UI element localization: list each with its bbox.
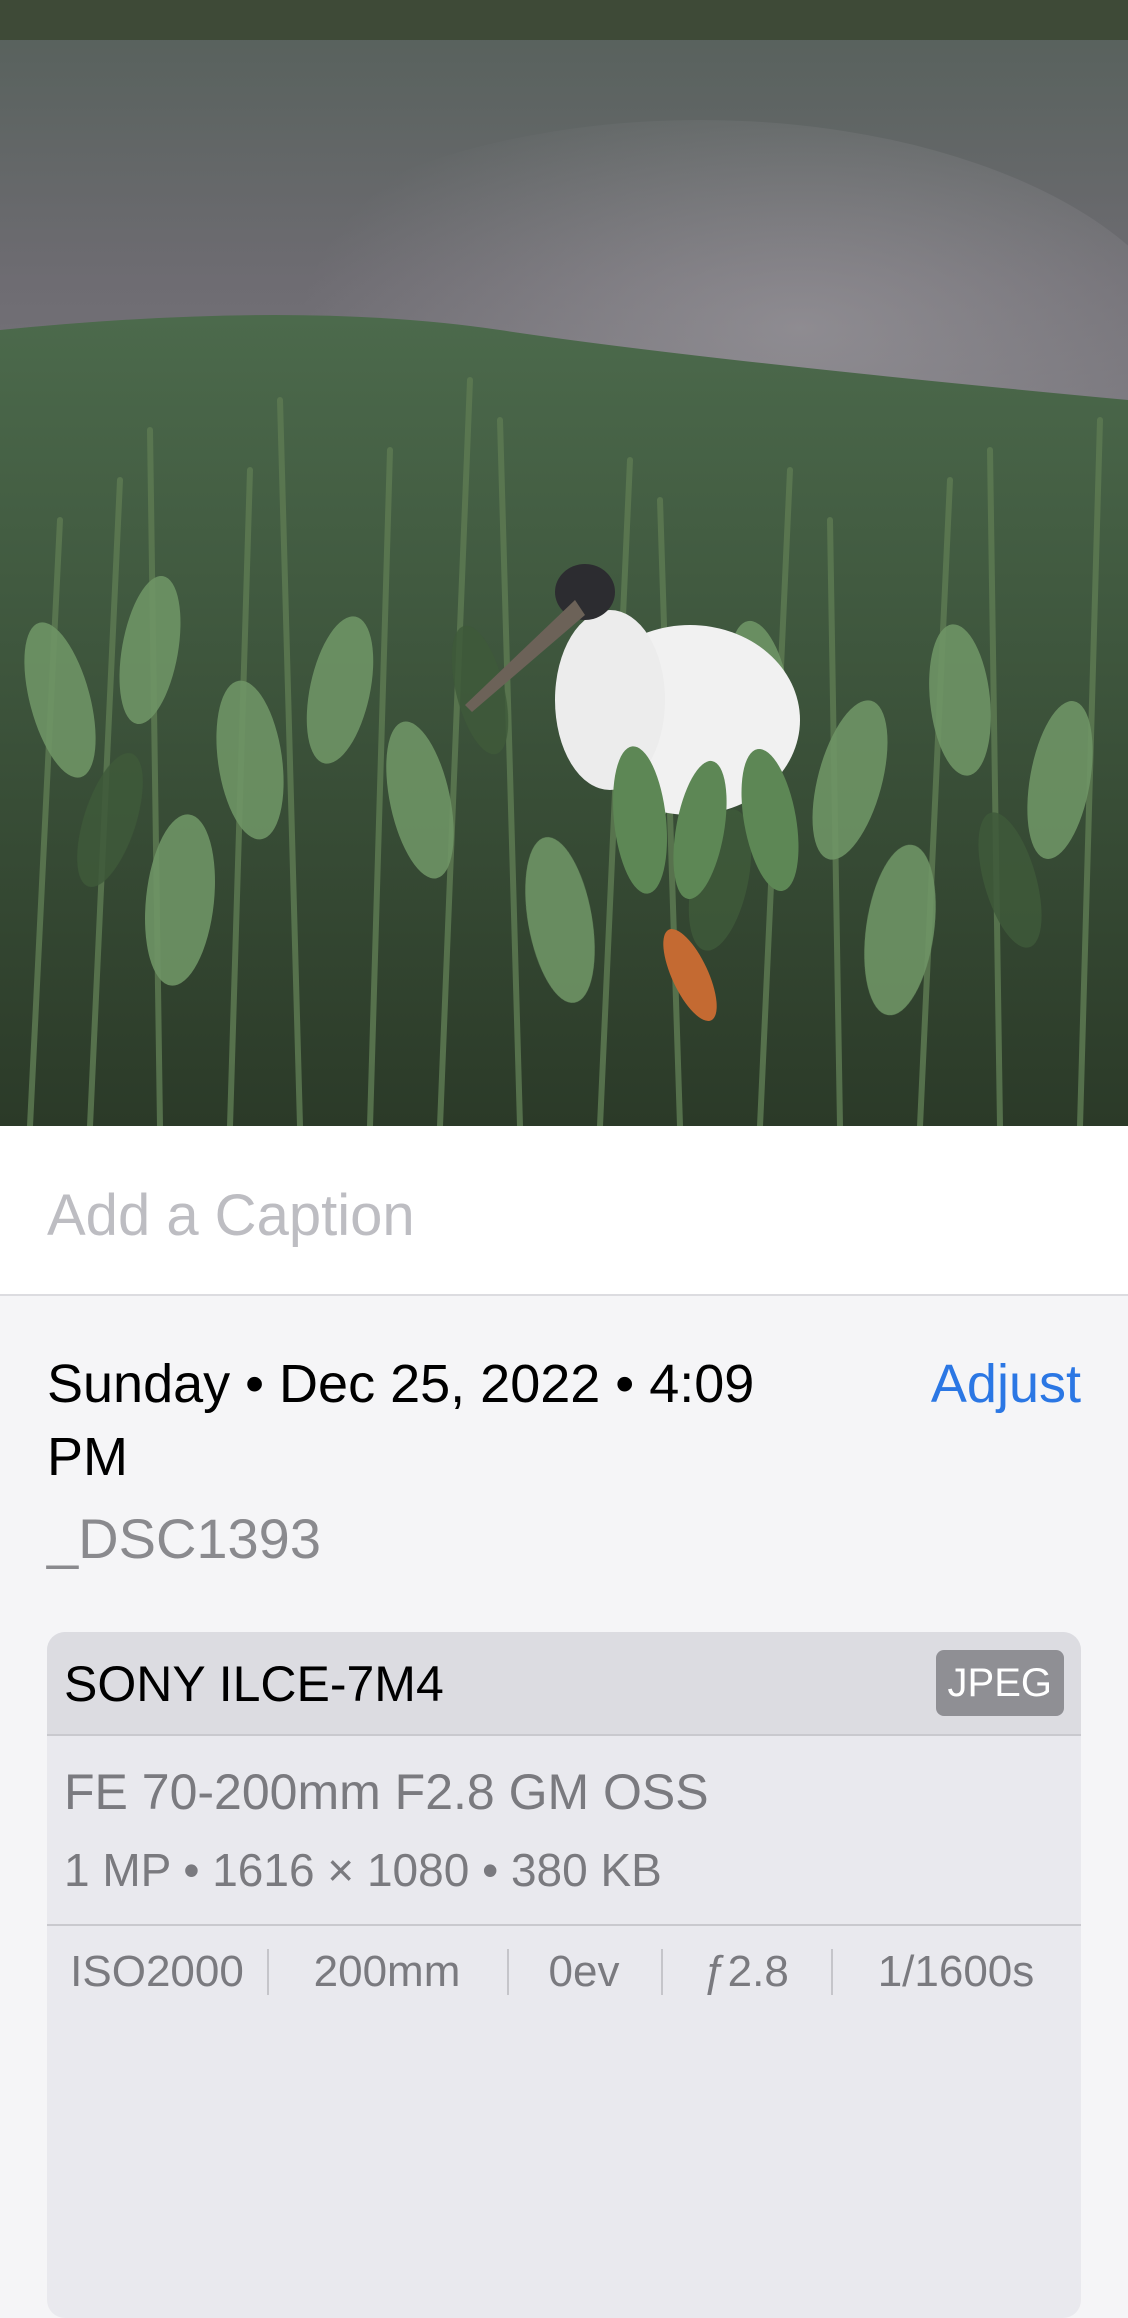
adjust-button[interactable]: Adjust [931, 1348, 1081, 1421]
camera-info-card: SONY ILCE-7M4 JPEG FE 70-200mm F2.8 GM O… [47, 1632, 1081, 2318]
camera-model: SONY ILCE-7M4 [64, 1656, 444, 1712]
image-specs: 1 MP • 1616 × 1080 • 380 KB [64, 1844, 662, 1896]
camera-card-header: SONY ILCE-7M4 JPEG [47, 1632, 1081, 1736]
lens-name: FE 70-200mm F2.8 GM OSS [64, 1764, 709, 1820]
info-panel: Sunday • Dec 25, 2022 • 4:09 PM Adjust _… [0, 1296, 1128, 2318]
exif-aperture: ƒ2.8 [661, 1925, 831, 2019]
exif-row: ISO2000 200mm 0ev ƒ2.8 1/1600s [47, 1924, 1081, 2018]
exif-shutter-speed: 1/1600s [831, 1925, 1081, 2019]
format-badge: JPEG [935, 1650, 1064, 1716]
exif-iso: ISO2000 [70, 1947, 244, 1996]
photo-image [0, 0, 1128, 1126]
caption-input[interactable] [47, 1180, 1077, 1250]
photo[interactable] [0, 0, 1128, 1126]
exif-focal-length: 200mm [267, 1925, 507, 2019]
caption-area [0, 1126, 1128, 1296]
date-time: Sunday • Dec 25, 2022 • 4:09 PM [47, 1354, 755, 1487]
file-name: _DSC1393 [47, 1507, 321, 1570]
exif-exposure-bias: 0ev [507, 1925, 661, 2019]
